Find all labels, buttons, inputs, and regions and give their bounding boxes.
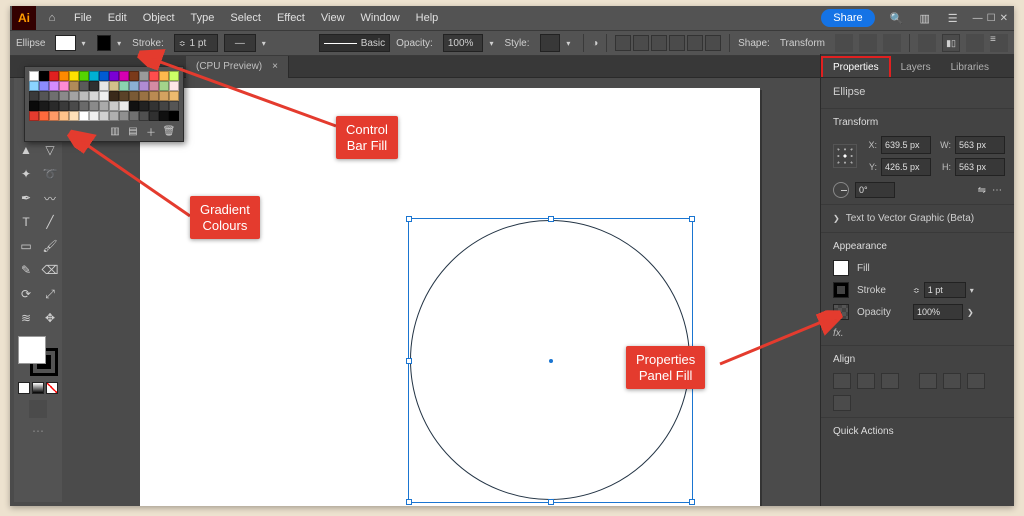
annotation-arrows <box>10 6 1024 516</box>
application-frame: Ai ⌂ File Edit Object Type Select Effect… <box>10 6 1014 506</box>
callout-gradient: Gradient Colours <box>190 196 260 239</box>
callout-properties-fill: Properties Panel Fill <box>626 346 705 389</box>
callout-control-fill: Control Bar Fill <box>336 116 398 159</box>
